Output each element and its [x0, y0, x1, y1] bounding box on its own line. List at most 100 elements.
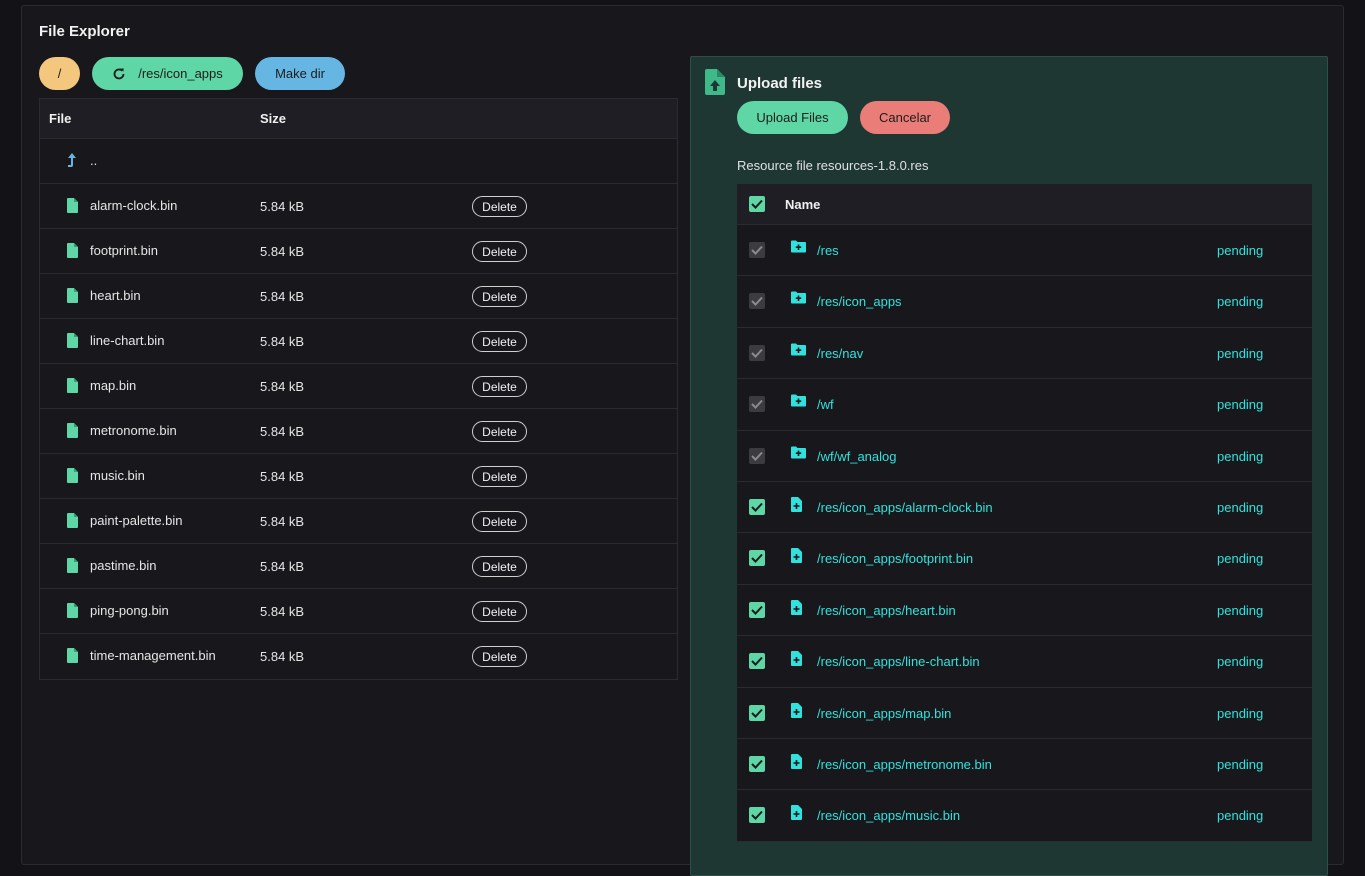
- upload-title: Upload files: [737, 75, 823, 92]
- folder-plus-icon: [791, 394, 806, 407]
- folder-plus-icon: [791, 446, 806, 459]
- upload-item-row[interactable]: /res/icon_apps/alarm-clock.bin pending: [737, 482, 1312, 534]
- upload-item-row[interactable]: /res/icon_apps/line-chart.bin pending: [737, 636, 1312, 688]
- item-status: pending: [1217, 602, 1264, 618]
- item-path: /res/icon_apps/line-chart.bin: [817, 654, 980, 670]
- file-row[interactable]: music.bin 5.84 kB Delete: [40, 454, 677, 499]
- file-row[interactable]: ping-pong.bin 5.84 kB Delete: [40, 589, 677, 634]
- upload-item-row[interactable]: /res/icon_apps/footprint.bin pending: [737, 533, 1312, 585]
- parent-dir-row[interactable]: ..: [40, 139, 677, 184]
- file-row[interactable]: alarm-clock.bin 5.84 kB Delete: [40, 184, 677, 229]
- delete-button[interactable]: Delete: [472, 646, 527, 667]
- delete-button[interactable]: Delete: [472, 421, 527, 442]
- root-dir-button[interactable]: /: [39, 57, 80, 90]
- item-checkbox[interactable]: [749, 293, 765, 310]
- file-name: line-chart.bin: [90, 333, 165, 348]
- folder-plus-icon: [791, 343, 806, 356]
- file-name: ping-pong.bin: [90, 603, 169, 618]
- file-name: music.bin: [90, 468, 145, 483]
- item-checkbox[interactable]: [749, 601, 765, 618]
- file-name: metronome.bin: [90, 423, 177, 438]
- item-status: pending: [1217, 654, 1264, 670]
- item-path: /res/icon_apps: [817, 294, 902, 310]
- check-icon: [751, 605, 763, 615]
- delete-button[interactable]: Delete: [472, 241, 527, 262]
- item-checkbox[interactable]: [749, 498, 765, 515]
- file-row[interactable]: map.bin 5.84 kB Delete: [40, 364, 677, 409]
- file-row[interactable]: pastime.bin 5.84 kB Delete: [40, 544, 677, 589]
- file-row[interactable]: paint-palette.bin 5.84 kB Delete: [40, 499, 677, 544]
- upload-item-row[interactable]: /res pending: [737, 225, 1312, 277]
- check-icon: [751, 348, 763, 358]
- file-column-header: File: [49, 111, 72, 126]
- file-size: 5.84 kB: [260, 244, 305, 259]
- file-row[interactable]: metronome.bin 5.84 kB Delete: [40, 409, 677, 454]
- upload-item-row[interactable]: /res/icon_apps/map.bin pending: [737, 688, 1312, 739]
- cancel-button[interactable]: Cancelar: [860, 101, 950, 134]
- file-size: 5.84 kB: [260, 424, 305, 439]
- parent-dir-label: ..: [90, 153, 98, 168]
- item-path: /res/icon_apps/music.bin: [817, 808, 961, 824]
- check-icon: [751, 759, 763, 769]
- check-icon: [751, 554, 763, 564]
- file-plus-icon: [791, 753, 802, 769]
- level-up-icon: [68, 153, 76, 167]
- item-checkbox[interactable]: [749, 704, 765, 721]
- file-icon: [67, 243, 78, 258]
- upload-item-row[interactable]: /res/icon_apps/metronome.bin pending: [737, 739, 1312, 791]
- upload-table: Name /res pending /res/icon_apps pending: [737, 184, 1312, 842]
- item-status: pending: [1217, 243, 1264, 258]
- item-checkbox[interactable]: [749, 242, 765, 258]
- item-status: pending: [1217, 705, 1264, 721]
- delete-button[interactable]: Delete: [472, 331, 527, 352]
- file-row[interactable]: heart.bin 5.84 kB Delete: [40, 274, 677, 319]
- folder-plus-icon: [791, 240, 806, 253]
- upload-item-row[interactable]: /res/icon_apps pending: [737, 276, 1312, 328]
- file-row[interactable]: line-chart.bin 5.84 kB Delete: [40, 319, 677, 364]
- upload-item-row[interactable]: /wf pending: [737, 379, 1312, 431]
- item-status: pending: [1217, 294, 1264, 310]
- file-size: 5.84 kB: [260, 289, 305, 304]
- check-icon: [751, 656, 763, 667]
- file-size: 5.84 kB: [260, 379, 305, 394]
- check-icon: [751, 811, 763, 821]
- item-checkbox[interactable]: [749, 755, 765, 772]
- file-row[interactable]: footprint.bin 5.84 kB Delete: [40, 229, 677, 274]
- delete-button[interactable]: Delete: [472, 511, 527, 532]
- file-table: File Size .. alarm-clock.bin 5.84 kB Del…: [39, 98, 678, 680]
- make-dir-button[interactable]: Make dir: [255, 57, 345, 90]
- item-checkbox[interactable]: [749, 396, 765, 413]
- item-checkbox[interactable]: [749, 447, 765, 464]
- delete-button[interactable]: Delete: [472, 376, 527, 397]
- delete-button[interactable]: Delete: [472, 196, 527, 217]
- upload-item-row[interactable]: /wf/wf_analog pending: [737, 431, 1312, 482]
- resource-file-description: Resource file resources-1.8.0.res: [737, 158, 929, 173]
- item-status: pending: [1217, 499, 1264, 515]
- item-path: /res/icon_apps/map.bin: [817, 705, 952, 721]
- item-checkbox[interactable]: [749, 550, 765, 567]
- item-checkbox[interactable]: [749, 344, 765, 361]
- name-column-header: Name: [785, 197, 821, 212]
- current-path-button[interactable]: /res/icon_apps: [92, 57, 243, 90]
- item-checkbox[interactable]: [749, 653, 765, 670]
- file-icon: [67, 558, 78, 573]
- upload-item-row[interactable]: /res/icon_apps/music.bin pending: [737, 790, 1312, 842]
- upload-files-button[interactable]: Upload Files: [737, 101, 848, 134]
- delete-button[interactable]: Delete: [472, 286, 527, 307]
- item-path: /res/icon_apps/heart.bin: [817, 602, 956, 618]
- upload-item-row[interactable]: /res/nav pending: [737, 328, 1312, 380]
- file-plus-icon: [791, 651, 802, 667]
- delete-button[interactable]: Delete: [472, 466, 527, 487]
- item-status: pending: [1217, 551, 1264, 567]
- file-name: footprint.bin: [90, 243, 158, 258]
- file-row[interactable]: time-management.bin 5.84 kB Delete: [40, 634, 677, 679]
- delete-button[interactable]: Delete: [472, 601, 527, 622]
- page-title: File Explorer: [39, 23, 130, 40]
- refresh-icon: [113, 67, 125, 79]
- item-checkbox[interactable]: [749, 807, 765, 824]
- delete-button[interactable]: Delete: [472, 556, 527, 577]
- upload-item-row[interactable]: /res/icon_apps/heart.bin pending: [737, 585, 1312, 637]
- file-icon: [67, 288, 78, 303]
- select-all-checkbox[interactable]: [749, 196, 765, 212]
- check-icon: [751, 451, 763, 461]
